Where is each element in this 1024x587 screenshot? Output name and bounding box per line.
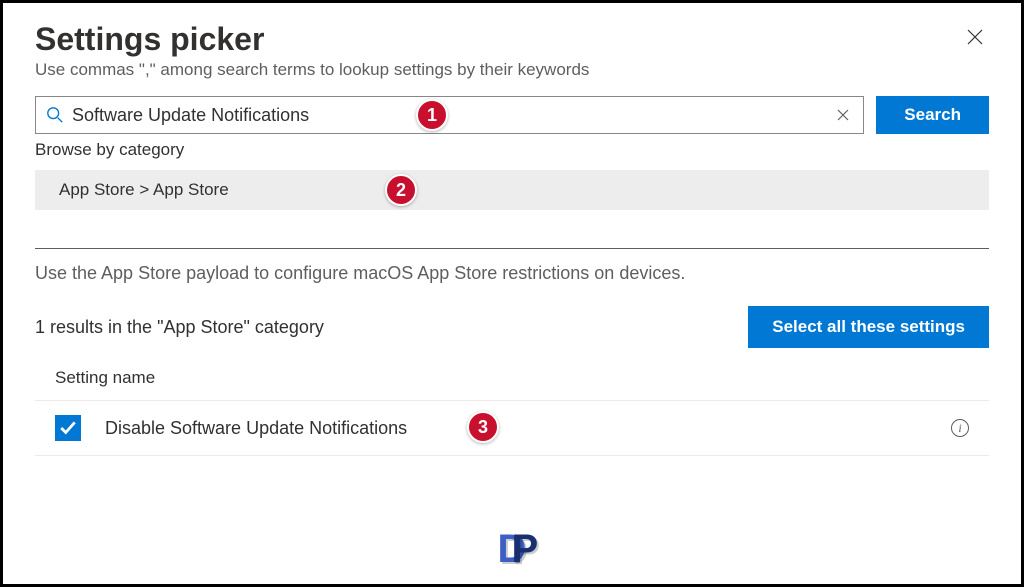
search-icon xyxy=(46,106,64,124)
clear-search-icon[interactable] xyxy=(833,105,853,126)
setting-name-column-header: Setting name xyxy=(35,368,989,400)
search-button[interactable]: Search xyxy=(876,96,989,134)
search-box[interactable]: 1 xyxy=(35,96,864,134)
select-all-button[interactable]: Select all these settings xyxy=(748,306,989,348)
results-count: 1 results in the "App Store" category xyxy=(35,317,324,338)
payload-description: Use the App Store payload to configure m… xyxy=(35,263,989,284)
divider xyxy=(35,248,989,249)
page-title: Settings picker xyxy=(35,21,264,58)
page-subtitle: Use commas "," among search terms to loo… xyxy=(35,60,989,80)
close-button[interactable] xyxy=(961,21,989,55)
info-icon[interactable]: i xyxy=(951,419,969,437)
setting-label: Disable Software Update Notifications xyxy=(105,418,951,439)
setting-checkbox[interactable] xyxy=(55,415,81,441)
breadcrumb-text: App Store > App Store xyxy=(59,180,229,199)
watermark-logo: DP xyxy=(498,527,527,572)
setting-row[interactable]: Disable Software Update Notifications 3 … xyxy=(35,400,989,456)
search-input[interactable] xyxy=(72,105,833,126)
annotation-marker-2: 2 xyxy=(385,174,417,206)
category-breadcrumb[interactable]: App Store > App Store 2 xyxy=(35,170,989,210)
checkmark-icon xyxy=(59,419,77,437)
browse-by-category-label: Browse by category xyxy=(35,140,989,160)
annotation-marker-1: 1 xyxy=(416,99,448,131)
annotation-marker-3: 3 xyxy=(467,411,499,443)
